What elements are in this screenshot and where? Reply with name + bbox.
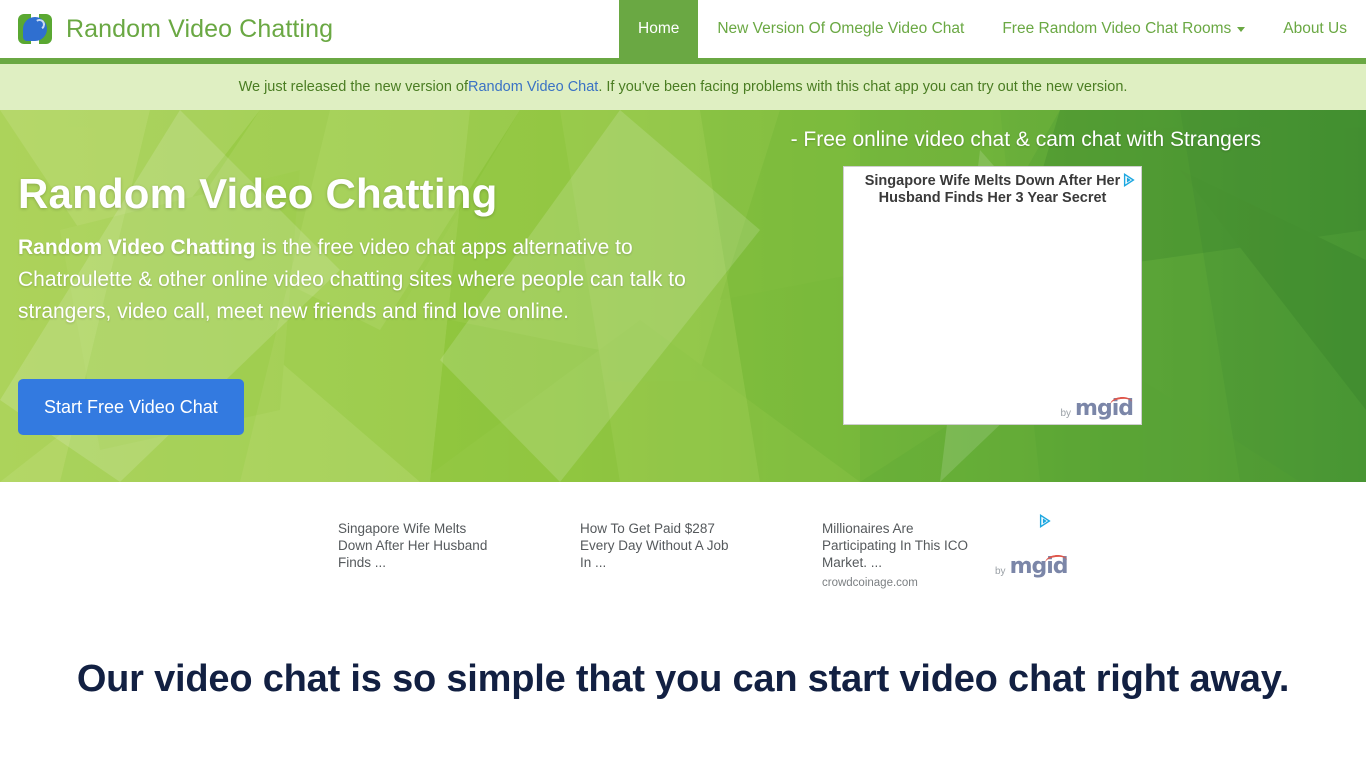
- advertisement-row-inner: Singapore Wife Melts Down After Her Husb…: [338, 520, 1064, 589]
- announcement-banner: We just released the new version of Rand…: [0, 64, 1366, 110]
- brand-link[interactable]: Random Video Chatting: [0, 0, 333, 58]
- nav-item-label: Free Random Video Chat Rooms: [1002, 20, 1232, 37]
- hero-description: Random Video Chatting is the free video …: [18, 232, 698, 328]
- nav-item-label: About Us: [1283, 20, 1347, 37]
- start-free-video-chat-button[interactable]: Start Free Video Chat: [18, 379, 244, 435]
- adchoices-icon[interactable]: [1038, 514, 1052, 528]
- ad-provider-by-label: by: [1060, 408, 1072, 419]
- nav-item-label: Home: [638, 20, 680, 37]
- mgid-logo: mgid: [1075, 395, 1134, 420]
- nav-item-home[interactable]: Home: [619, 0, 699, 58]
- nav-item-chat-rooms[interactable]: Free Random Video Chat Rooms: [983, 0, 1264, 58]
- nav-item-new-version[interactable]: New Version Of Omegle Video Chat: [698, 0, 983, 58]
- ad-card-text: Millionaires Are Participating In This I…: [822, 521, 969, 570]
- chevron-down-icon: [1237, 26, 1246, 32]
- nav-item-label: New Version Of Omegle Video Chat: [717, 20, 965, 37]
- hero-description-bold: Random Video Chatting: [18, 236, 256, 259]
- ad-card[interactable]: Singapore Wife Melts Down After Her Husb…: [338, 520, 580, 589]
- hero-advertisement[interactable]: Singapore Wife Melts Down After Her Husb…: [843, 166, 1142, 425]
- hero-ad-provider: by mgid: [1060, 395, 1134, 420]
- ad-provider-by-label: by: [995, 566, 1006, 577]
- announcement-text-after: . If you've been facing problems with th…: [598, 79, 1128, 95]
- ad-card-text: Singapore Wife Melts Down After Her Husb…: [338, 521, 488, 570]
- hero-tagline: - Free online video chat & cam chat with…: [790, 128, 1261, 151]
- main-navigation: Home New Version Of Omegle Video Chat Fr…: [619, 0, 1366, 58]
- announcement-text-before: We just released the new version of: [238, 79, 468, 95]
- hero-ad-title: Singapore Wife Melts Down After Her Husb…: [864, 173, 1121, 206]
- chat-bubble-logo-icon: [18, 14, 52, 44]
- adchoices-icon[interactable]: [1122, 173, 1136, 187]
- announcement-link[interactable]: Random Video Chat: [468, 79, 598, 95]
- ad-card-text: How To Get Paid $287 Every Day Without A…: [580, 521, 729, 570]
- hero-content: - Free online video chat & cam chat with…: [0, 110, 1366, 482]
- ad-row-provider: by mgid: [995, 553, 1069, 578]
- hero-title: Random Video Chatting: [18, 170, 498, 217]
- page-section-heading: Our video chat is so simple that you can…: [76, 658, 1290, 700]
- nav-item-about-us[interactable]: About Us: [1264, 0, 1366, 58]
- site-header: Random Video Chatting Home New Version O…: [0, 0, 1366, 58]
- advertisement-row: Singapore Wife Melts Down After Her Husb…: [0, 482, 1366, 640]
- brand-name: Random Video Chatting: [66, 14, 334, 43]
- hero-section: - Free online video chat & cam chat with…: [0, 110, 1366, 482]
- ad-card[interactable]: How To Get Paid $287 Every Day Without A…: [580, 520, 822, 589]
- mgid-logo: mgid: [1010, 553, 1069, 578]
